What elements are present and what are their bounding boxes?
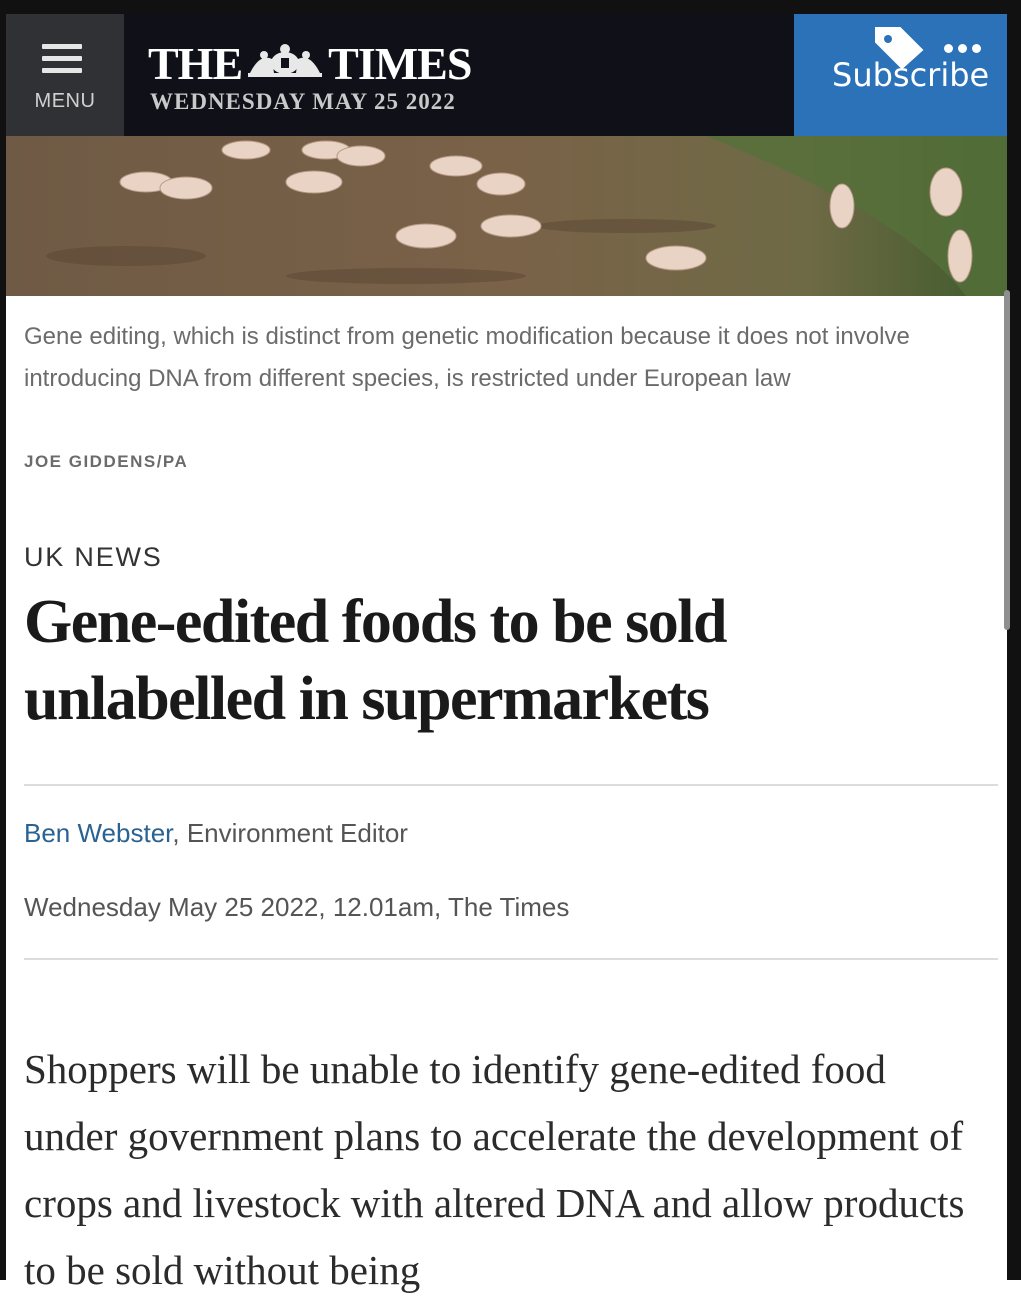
- author-link[interactable]: Ben Webster: [24, 818, 172, 848]
- masthead: MENU THE TIMES WEDNESDAY MAY 25 2022 Sub…: [6, 14, 1007, 136]
- times-logo[interactable]: THE TIMES: [148, 32, 472, 90]
- image-credit: JOE GIDDENS/PA: [24, 452, 189, 471]
- byline: Ben Webster, Environment Editor: [24, 818, 408, 849]
- article-headline: Gene-edited foods to be sold unlabelled …: [24, 588, 728, 733]
- section-label[interactable]: UK NEWS: [24, 542, 163, 573]
- subscribe-label: Subscribe: [832, 56, 990, 94]
- hamburger-icon: [42, 44, 82, 80]
- subscribe-button[interactable]: Subscribe: [794, 14, 1007, 136]
- image-caption: Gene editing, which is distinct from gen…: [24, 323, 910, 392]
- menu-label: MENU: [34, 90, 96, 112]
- logo-text-times: TIMES: [328, 37, 472, 89]
- logo-text-the: THE: [148, 37, 243, 89]
- divider-top: [24, 784, 998, 786]
- divider-bottom: [24, 958, 998, 960]
- publish-timestamp: Wednesday May 25 2022, 12.01am, The Time…: [24, 892, 570, 922]
- article-body-paragraph: Shoppers will be unable to identify gene…: [24, 1046, 965, 1293]
- royal-crest-icon: [246, 37, 324, 90]
- author-role: , Environment Editor: [172, 818, 408, 848]
- scrollbar[interactable]: [1004, 290, 1010, 630]
- screen-frame-top: [0, 0, 1021, 14]
- menu-button[interactable]: MENU: [6, 14, 124, 136]
- hero-image: [6, 136, 1007, 296]
- screen-frame-right: [1007, 0, 1021, 1280]
- masthead-date: WEDNESDAY MAY 25 2022: [150, 89, 456, 114]
